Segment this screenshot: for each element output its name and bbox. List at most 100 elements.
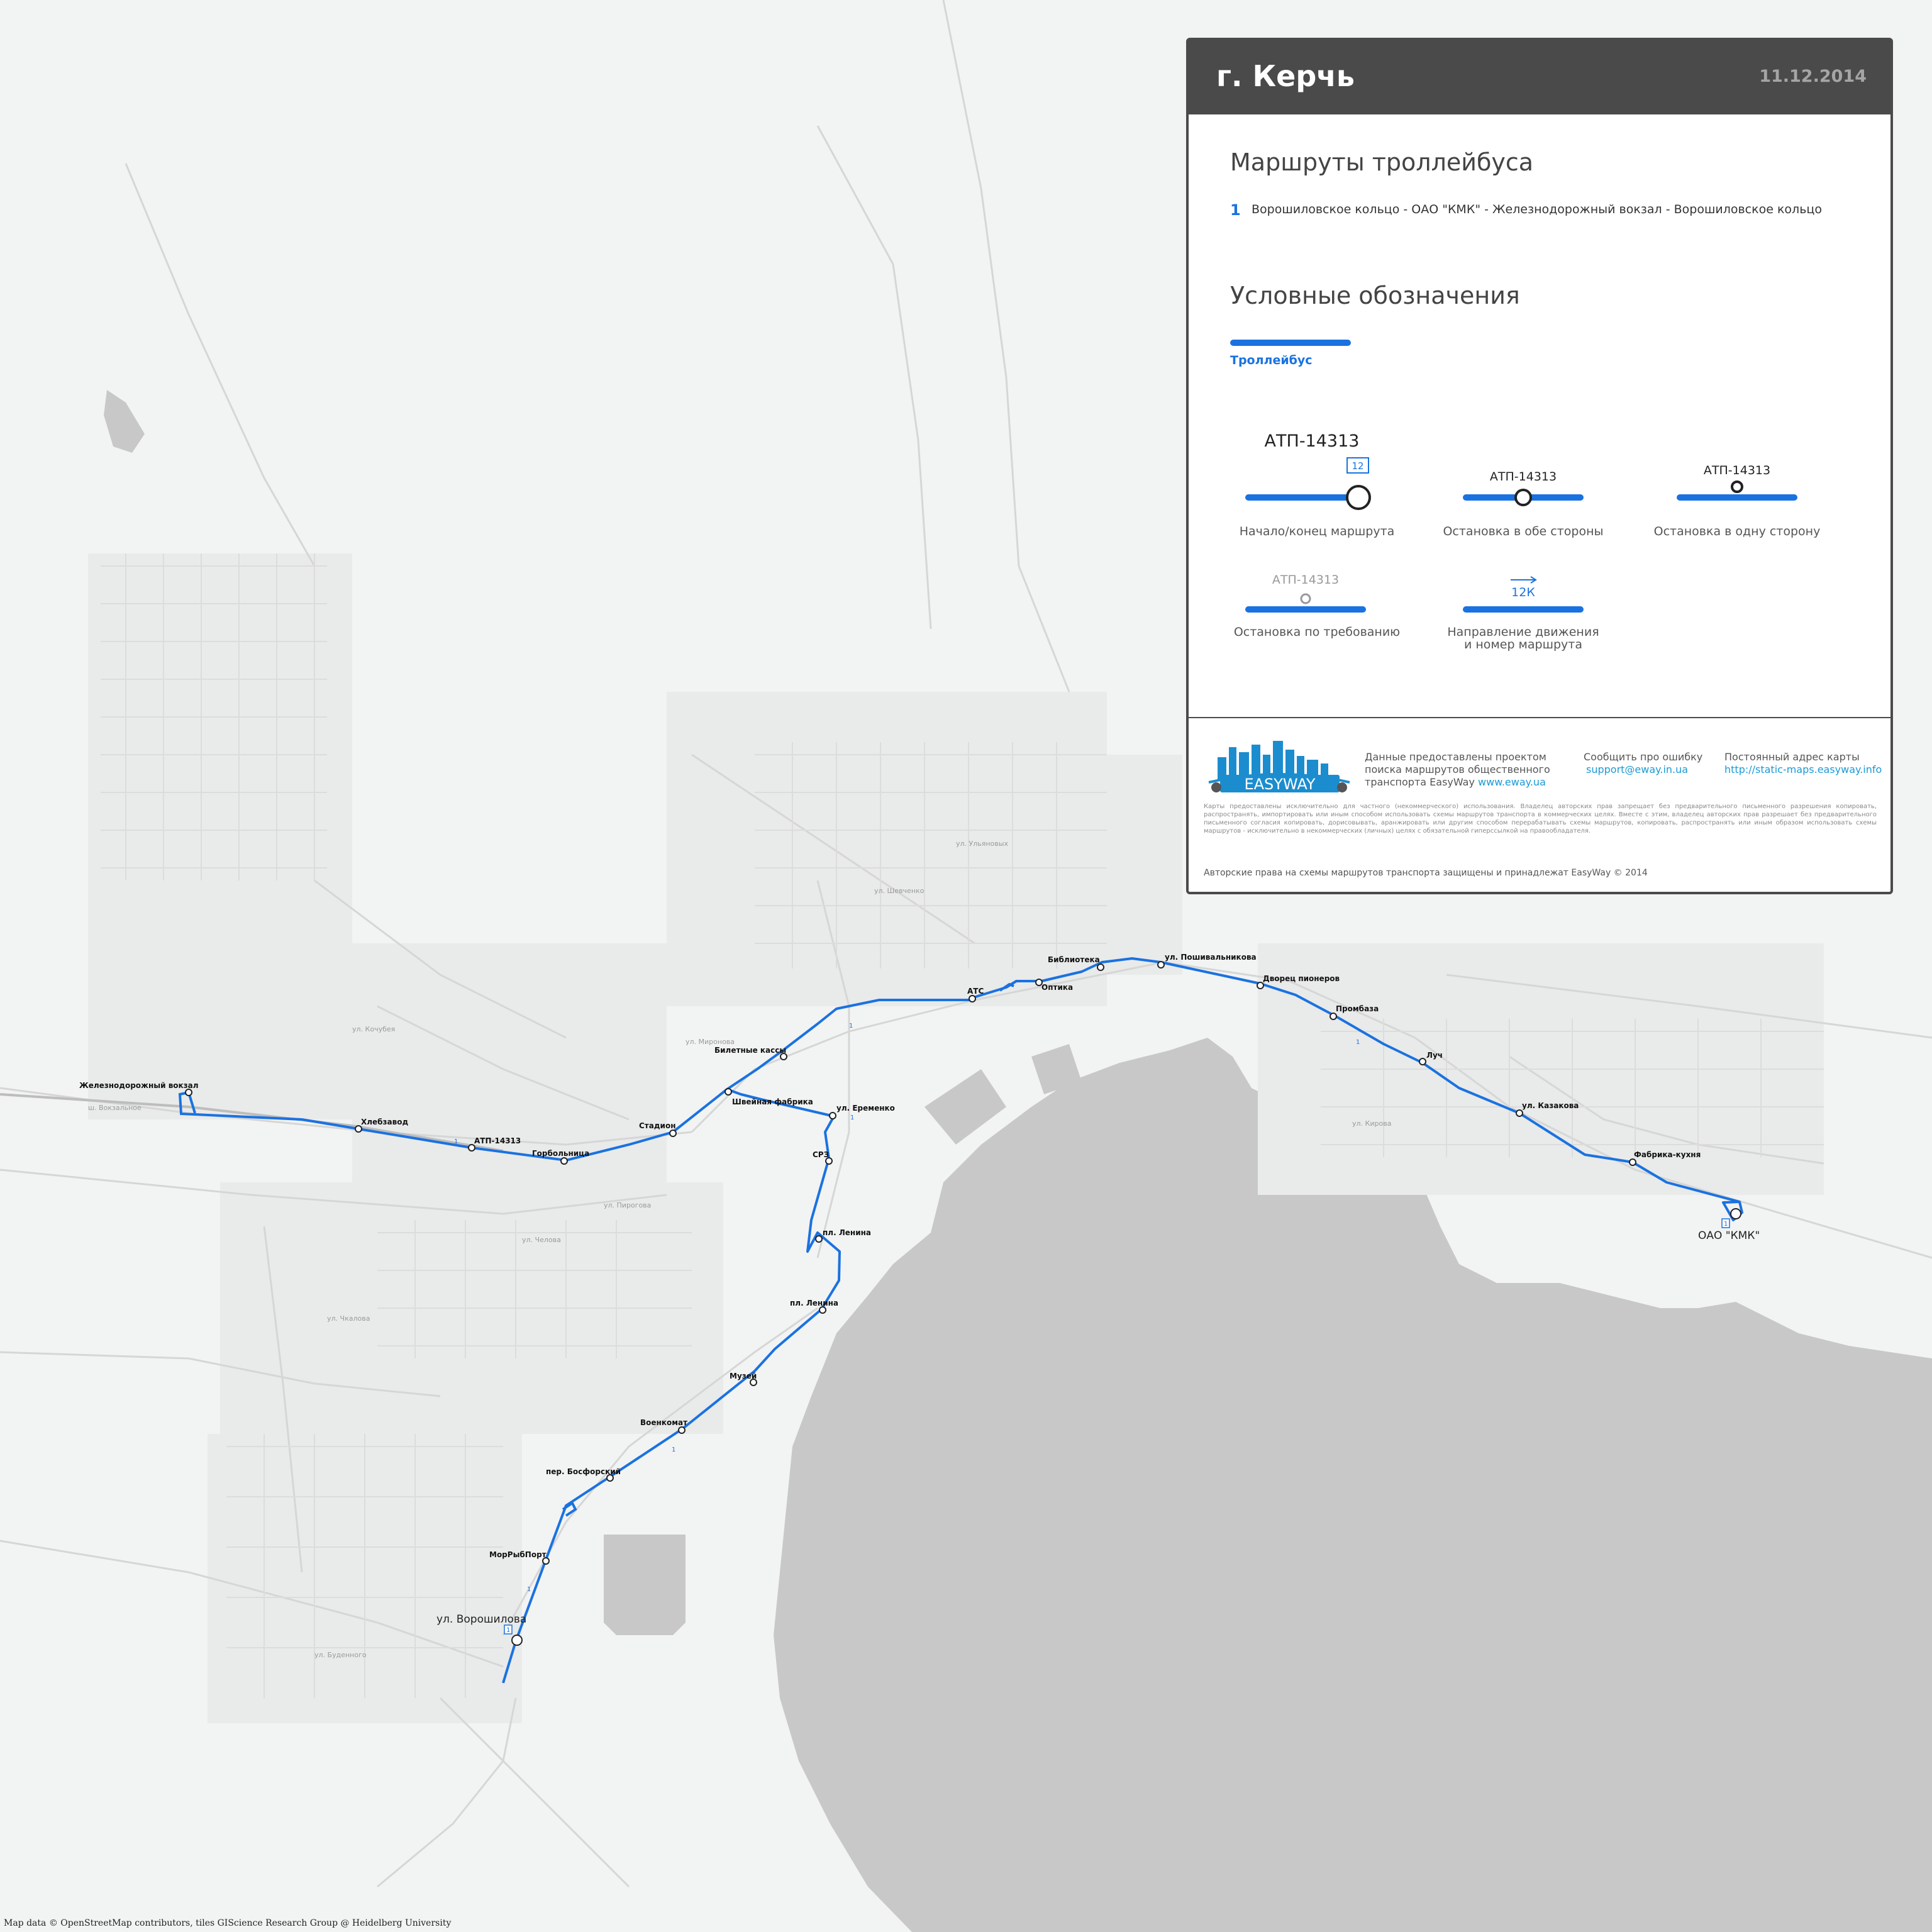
- legend-on-request-stop: АТП-14313: [1272, 573, 1339, 587]
- stop-marker[interactable]: [511, 1635, 523, 1646]
- stop-label: ул. Еременко: [836, 1104, 895, 1113]
- direction-mark: 1: [672, 1446, 675, 1453]
- stop-marker[interactable]: [560, 1157, 568, 1165]
- support-email-link[interactable]: support@eway.in.ua: [1584, 763, 1702, 776]
- stop-marker[interactable]: [829, 1112, 836, 1119]
- stop-marker[interactable]: [1629, 1158, 1636, 1166]
- street-label-shevchenko: ул. Шевченко: [874, 887, 924, 895]
- provided-line-1: Данные предоставлены проектом: [1365, 751, 1546, 763]
- street-label-kochubeya: ул. Кочубея: [352, 1025, 395, 1033]
- stop-marker[interactable]: [1330, 1013, 1337, 1020]
- stop-marker[interactable]: [669, 1130, 677, 1137]
- stop-label: Швейная фабрика: [732, 1097, 813, 1106]
- stop-label: Оптика: [1041, 983, 1073, 992]
- easyway-logo[interactable]: EASYWAY: [1205, 738, 1356, 799]
- stop-marker[interactable]: [1516, 1109, 1523, 1117]
- legend-terminal-stop: АТП-14313: [1265, 431, 1360, 451]
- disclaimer-text: Карты предоставлены исключительно для ча…: [1204, 803, 1877, 835]
- stop-label: Луч: [1426, 1051, 1443, 1060]
- street-label-ulyanovykh: ул. Ульяновых: [956, 840, 1008, 848]
- street-label-pirogova: ул. Пирогова: [604, 1201, 651, 1209]
- port-basin: [604, 1535, 686, 1635]
- stop-label: Музей: [730, 1372, 757, 1380]
- stop-marker[interactable]: [1097, 963, 1104, 971]
- legend-trolleybus-label: Троллейбус: [1230, 353, 1313, 367]
- route-name[interactable]: Ворошиловское кольцо - ОАО "КМК" - Желез…: [1252, 203, 1822, 216]
- legend-direction-route: 12К: [1511, 586, 1535, 599]
- report-error-title: Сообщить про ошибку: [1584, 751, 1703, 763]
- city-title: г. Керчь: [1216, 59, 1355, 93]
- provided-line-2: поиска маршрутов общественного: [1365, 763, 1550, 775]
- legend-both-ways-stop: АТП-14313: [1490, 470, 1557, 484]
- legend-one-way-symbol: АТП-14313: [1677, 464, 1797, 501]
- street-label-chkalova: ул. Чкалова: [327, 1314, 370, 1323]
- stop-label: Библиотека: [1048, 955, 1100, 964]
- stop-label: МорРыбПорт: [489, 1550, 547, 1559]
- legend-one-way-caption: Остановка в одну сторону: [1653, 525, 1821, 538]
- direction-mark: 1: [454, 1138, 458, 1145]
- stop-label: Военкомат: [640, 1418, 687, 1427]
- stop-label: Горбольница: [532, 1149, 589, 1158]
- stop-marker[interactable]: [185, 1089, 192, 1096]
- legend-direction-caption-1: Направление движения: [1447, 625, 1599, 639]
- stop-label: АТП-14313: [474, 1136, 521, 1145]
- logo-text: EASYWAY: [1244, 775, 1315, 793]
- permanent-address-link[interactable]: http://static-maps.easyway.info: [1724, 763, 1882, 776]
- stop-marker[interactable]: [724, 1088, 732, 1096]
- direction-mark: 1: [850, 1114, 854, 1121]
- stop-label: ул. Казакова: [1522, 1101, 1579, 1110]
- street-label-chelov: ул. Челова: [522, 1236, 561, 1244]
- stop-marker[interactable]: [815, 1235, 823, 1243]
- panel-header: г. Керчь 11.12.2014: [1189, 40, 1890, 114]
- legend-one-way-stop: АТП-14313: [1704, 464, 1770, 477]
- stop-label-terminal: ОАО "КМК": [1698, 1230, 1760, 1242]
- legend-trolleybus-line: [1230, 340, 1351, 346]
- street-label-budennogo: ул. Буденного: [314, 1651, 367, 1659]
- stop-label: Промбаза: [1336, 1004, 1379, 1013]
- eway-link[interactable]: www.eway.ua: [1478, 776, 1546, 788]
- stop-label: Билетные кассы: [714, 1046, 786, 1055]
- legend-on-request-caption: Остановка по требованию: [1233, 625, 1401, 639]
- legend-terminal-marker: [1346, 485, 1371, 510]
- stop-label: ул. Пошивальникова: [1165, 953, 1257, 962]
- direction-mark: 1: [527, 1586, 531, 1593]
- routes-title: Маршруты троллейбуса: [1230, 148, 1534, 176]
- legend-on-request-symbol: АТП-14313: [1245, 573, 1366, 613]
- info-panel: г. Керчь 11.12.2014 Маршруты троллейбуса…: [1186, 38, 1893, 894]
- map-date: 11.12.2014: [1759, 67, 1867, 86]
- street-label-mironova: ул. Мироновa: [686, 1038, 735, 1046]
- street-label-kirova: ул. Кирова: [1352, 1119, 1391, 1128]
- stop-marker[interactable]: [678, 1426, 686, 1434]
- legend-direction-caption-2: и номер маршрута: [1464, 638, 1582, 652]
- stop-label: АТС: [967, 987, 984, 996]
- route-box-number: 1: [1724, 1221, 1728, 1228]
- stop-label: пл. Ленина: [790, 1299, 838, 1307]
- route-number[interactable]: 1: [1230, 201, 1241, 219]
- stop-marker[interactable]: [1157, 961, 1165, 969]
- stop-label-terminal: ул. Ворошилова: [436, 1613, 526, 1626]
- direction-mark: 1: [849, 1023, 853, 1030]
- stop-label: пер. Босфорский: [546, 1467, 621, 1476]
- stop-label: Железнодорожный вокзал: [79, 1081, 199, 1090]
- stop-marker[interactable]: [355, 1125, 362, 1133]
- provided-by-text: Данные предоставлены проектом поиска мар…: [1365, 751, 1550, 789]
- stop-marker[interactable]: [969, 995, 976, 1002]
- copyright-text: Авторские права на схемы маршрутов транс…: [1204, 868, 1648, 878]
- stop-marker[interactable]: [1419, 1058, 1426, 1065]
- legend-both-ways-symbol: АТП-14313: [1463, 470, 1584, 506]
- legend-route-box-number: 12: [1352, 460, 1363, 472]
- stop-marker[interactable]: [468, 1144, 475, 1152]
- stop-label: Фабрика-кухня: [1634, 1150, 1701, 1159]
- stop-label: Дворец пионеров: [1263, 974, 1340, 983]
- stop-label: пл. Ленина: [823, 1228, 871, 1237]
- provided-line-3: транспорта EasyWay: [1365, 776, 1475, 788]
- legend-title: Условные обозначения: [1230, 282, 1520, 309]
- panel-divider: [1189, 717, 1890, 718]
- stop-marker[interactable]: [1730, 1208, 1741, 1219]
- stop-label: Хлебзавод: [361, 1118, 408, 1126]
- legend-terminal-caption: Начало/конец маршрута: [1239, 525, 1395, 538]
- permanent-address-title: Постоянный адрес карты: [1724, 751, 1860, 763]
- stop-label: Стадион: [639, 1121, 676, 1130]
- stop-marker[interactable]: [819, 1306, 826, 1314]
- stop-marker[interactable]: [1257, 982, 1264, 989]
